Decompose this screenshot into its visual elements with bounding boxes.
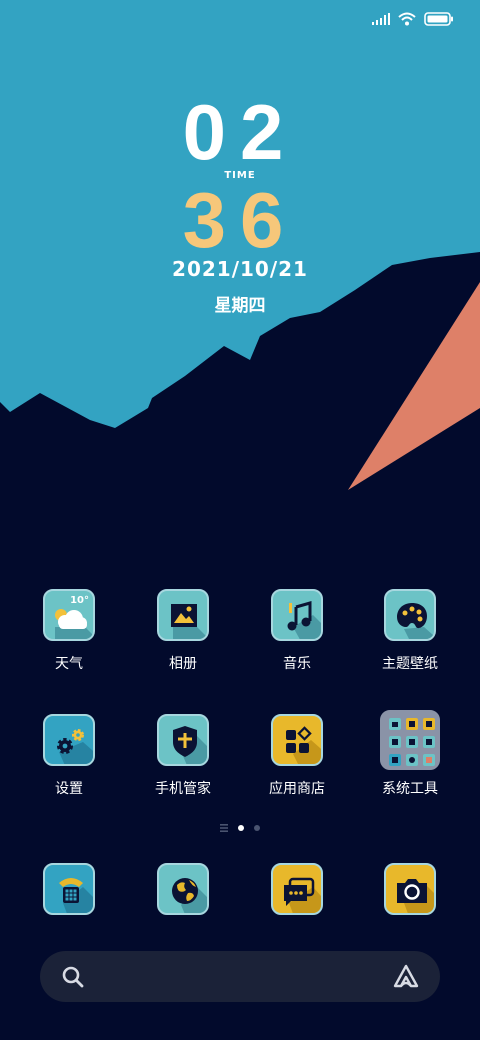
app-label-app-store: 应用商店 xyxy=(269,781,325,797)
wifi-icon xyxy=(398,12,416,26)
clock-date[interactable]: 2021/10/21 xyxy=(0,257,480,281)
app-label-themes: 主题壁纸 xyxy=(382,656,438,672)
signal-bars-icon xyxy=(372,13,390,25)
app-label-security: 手机管家 xyxy=(155,781,211,797)
dock-phone[interactable] xyxy=(14,863,124,915)
clock-hour[interactable]: 02 xyxy=(0,92,480,172)
app-security[interactable]: 手机管家 xyxy=(128,714,238,798)
themes-icon xyxy=(384,589,436,641)
settings-icon xyxy=(43,714,95,766)
battery-full-icon xyxy=(424,12,453,26)
page-dot-1[interactable] xyxy=(238,825,244,831)
app-label-gallery: 相册 xyxy=(169,656,197,672)
page-indicator[interactable] xyxy=(0,824,480,832)
dock-browser[interactable] xyxy=(128,863,238,915)
weather-temperature: 10° xyxy=(70,595,89,606)
camera-icon xyxy=(384,863,436,915)
app-music[interactable]: 音乐 xyxy=(242,589,352,673)
dock-camera[interactable] xyxy=(355,863,465,915)
app-label-system-tools: 系统工具 xyxy=(382,781,438,797)
status-bar xyxy=(372,12,454,26)
assistant-icon[interactable] xyxy=(392,964,420,990)
page-dot-2[interactable] xyxy=(254,825,260,831)
page-indicator-menu-icon xyxy=(220,824,228,832)
search-icon xyxy=(62,966,84,988)
phone-icon xyxy=(43,863,95,915)
app-app-store[interactable]: 应用商店 xyxy=(242,714,352,798)
app-label-music: 音乐 xyxy=(283,656,311,672)
app-system-tools-folder[interactable]: 系统工具 xyxy=(355,710,465,798)
browser-icon xyxy=(157,863,209,915)
security-icon xyxy=(157,714,209,766)
system-tools-folder-icon xyxy=(380,710,440,770)
app-gallery[interactable]: 相册 xyxy=(128,589,238,673)
app-store-icon xyxy=(271,714,323,766)
home-screen: 02 TIME 36 2021/10/21 星期四 10° 天气 相册 音乐 主… xyxy=(0,0,480,1040)
messages-icon xyxy=(271,863,323,915)
app-settings[interactable]: 设置 xyxy=(14,714,124,798)
clock-minute[interactable]: 36 xyxy=(0,180,480,260)
app-label-settings: 设置 xyxy=(55,781,83,797)
weather-icon: 10° xyxy=(43,589,95,641)
app-weather[interactable]: 10° 天气 xyxy=(14,589,124,673)
app-label-weather: 天气 xyxy=(55,656,83,672)
dock-messages[interactable] xyxy=(242,863,352,915)
search-bar[interactable] xyxy=(40,951,440,1002)
clock-weekday: 星期四 xyxy=(214,296,266,316)
music-icon xyxy=(271,589,323,641)
gallery-icon xyxy=(157,589,209,641)
app-themes[interactable]: 主题壁纸 xyxy=(355,589,465,673)
